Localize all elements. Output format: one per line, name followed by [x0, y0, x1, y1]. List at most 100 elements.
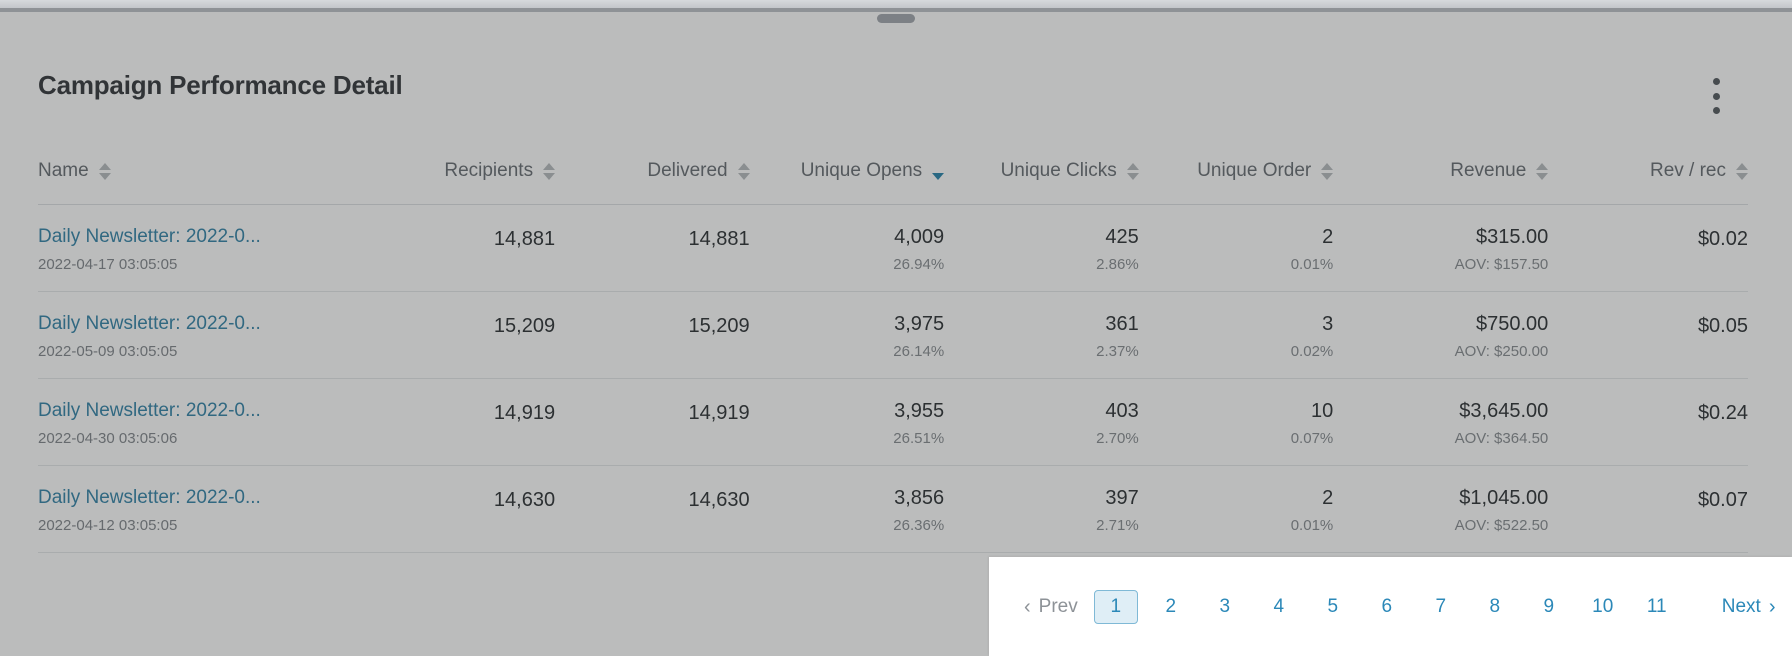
sort-asc-arrow: [1321, 163, 1333, 170]
table-row: Daily Newsletter: 2022-0... 2022-05-09 0…: [38, 292, 1748, 379]
column-label: Unique Order: [1197, 160, 1311, 182]
cell-delivered: 14,630: [555, 466, 750, 553]
pagination-page-2[interactable]: 2: [1150, 591, 1192, 623]
column-label: Recipients: [444, 160, 533, 182]
sort-icon-recipients[interactable]: [543, 163, 555, 180]
cell-delivered: 14,881: [555, 205, 750, 292]
recipients-value: 15,209: [376, 312, 555, 338]
pagination-next-label: Next: [1722, 596, 1761, 618]
unique-clicks-rate: 2.86%: [944, 256, 1139, 273]
unique-order-value: 2: [1139, 225, 1334, 249]
campaign-send-date: 2022-05-09 03:05:05: [38, 343, 376, 360]
sort-desc-arrow: [738, 173, 750, 180]
table-header: Name Recipients: [38, 160, 1748, 205]
sort-icon-unique-order[interactable]: [1321, 163, 1333, 180]
kebab-menu-icon[interactable]: [1706, 78, 1726, 114]
sort-icon-rev-per-rec[interactable]: [1736, 163, 1748, 180]
rev-per-rec-value: $0.24: [1548, 399, 1748, 425]
sort-desc-arrow: [1321, 173, 1333, 180]
sort-icon-revenue[interactable]: [1536, 163, 1548, 180]
cell-rev-per-rec: $0.02: [1548, 205, 1748, 292]
column-header-unique-order[interactable]: Unique Order: [1139, 160, 1334, 205]
revenue-value: $1,045.00: [1333, 486, 1548, 510]
pagination-page-7[interactable]: 7: [1420, 591, 1462, 623]
cell-unique-order: 2 0.01%: [1139, 466, 1334, 553]
delivered-value: 14,881: [555, 225, 750, 251]
unique-order-value: 3: [1139, 312, 1334, 336]
cell-name: Daily Newsletter: 2022-0... 2022-04-30 0…: [38, 379, 376, 466]
pagination-page-9[interactable]: 9: [1528, 591, 1570, 623]
column-header-delivered[interactable]: Delivered: [555, 160, 750, 205]
campaign-name-link[interactable]: Daily Newsletter: 2022-0...: [38, 312, 376, 336]
delivered-value: 14,630: [555, 486, 750, 512]
unique-clicks-rate: 2.71%: [944, 517, 1139, 534]
pagination-page-4[interactable]: 4: [1258, 591, 1300, 623]
panel-drag-handle[interactable]: [877, 14, 915, 23]
unique-clicks-value: 397: [944, 486, 1139, 510]
pagination-page-5[interactable]: 5: [1312, 591, 1354, 623]
column-label: Revenue: [1450, 160, 1526, 182]
cell-name: Daily Newsletter: 2022-0... 2022-04-12 0…: [38, 466, 376, 553]
unique-opens-rate: 26.51%: [750, 430, 945, 447]
cell-unique-order: 3 0.02%: [1139, 292, 1334, 379]
sort-desc-arrow: [932, 173, 944, 180]
sort-icon-unique-clicks[interactable]: [1127, 163, 1139, 180]
cell-unique-opens: 4,009 26.94%: [750, 205, 945, 292]
pagination-page-8[interactable]: 8: [1474, 591, 1516, 623]
campaign-send-date: 2022-04-30 03:05:06: [38, 430, 376, 447]
cell-unique-clicks: 397 2.71%: [944, 466, 1139, 553]
cell-unique-clicks: 425 2.86%: [944, 205, 1139, 292]
unique-opens-value: 3,975: [750, 312, 945, 336]
column-label: Delivered: [647, 160, 727, 182]
column-header-unique-clicks[interactable]: Unique Clicks: [944, 160, 1139, 205]
cell-unique-opens: 3,856 26.36%: [750, 466, 945, 553]
pagination-page-11[interactable]: 11: [1636, 591, 1678, 623]
sort-asc-arrow: [932, 163, 944, 170]
pagination-page-1[interactable]: 1: [1094, 590, 1138, 624]
campaign-send-date: 2022-04-12 03:05:05: [38, 517, 376, 534]
unique-clicks-rate: 2.37%: [944, 343, 1139, 360]
unique-order-value: 10: [1139, 399, 1334, 423]
cell-unique-order: 2 0.01%: [1139, 205, 1334, 292]
campaign-name-link[interactable]: Daily Newsletter: 2022-0...: [38, 399, 376, 423]
window-top-chrome: [0, 0, 1792, 8]
sort-desc-arrow: [543, 173, 555, 180]
sort-icon-name[interactable]: [99, 163, 111, 180]
table-row: Daily Newsletter: 2022-0... 2022-04-30 0…: [38, 379, 1748, 466]
column-label: Unique Opens: [801, 160, 922, 182]
unique-opens-value: 4,009: [750, 225, 945, 249]
table-body: Daily Newsletter: 2022-0... 2022-04-17 0…: [38, 205, 1748, 553]
cell-name: Daily Newsletter: 2022-0... 2022-04-17 0…: [38, 205, 376, 292]
column-label: Rev / rec: [1650, 160, 1726, 182]
aov-value: AOV: $364.50: [1333, 430, 1548, 447]
table-header-row: Name Recipients: [38, 160, 1748, 205]
pagination-bar: ‹ Prev 1 2 3 4 5 6 7 8 9 10 11 Next ›: [989, 557, 1792, 656]
rev-per-rec-value: $0.05: [1548, 312, 1748, 338]
campaign-performance-table: Name Recipients: [38, 160, 1748, 553]
pagination-page-3[interactable]: 3: [1204, 591, 1246, 623]
column-header-unique-opens[interactable]: Unique Opens: [750, 160, 945, 205]
column-header-name[interactable]: Name: [38, 160, 376, 205]
cell-recipients: 14,881: [376, 205, 555, 292]
cell-revenue: $3,645.00 AOV: $364.50: [1333, 379, 1548, 466]
unique-clicks-value: 425: [944, 225, 1139, 249]
column-header-revenue[interactable]: Revenue: [1333, 160, 1548, 205]
column-header-rev-per-rec[interactable]: Rev / rec: [1548, 160, 1748, 205]
sort-icon-delivered[interactable]: [738, 163, 750, 180]
sort-desc-arrow: [1736, 173, 1748, 180]
campaign-name-link[interactable]: Daily Newsletter: 2022-0...: [38, 225, 376, 249]
unique-opens-value: 3,856: [750, 486, 945, 510]
sort-asc-arrow: [1736, 163, 1748, 170]
cell-name: Daily Newsletter: 2022-0... 2022-05-09 0…: [38, 292, 376, 379]
campaign-name-link[interactable]: Daily Newsletter: 2022-0...: [38, 486, 376, 510]
column-header-recipients[interactable]: Recipients: [376, 160, 555, 205]
sort-asc-arrow: [543, 163, 555, 170]
pagination-page-6[interactable]: 6: [1366, 591, 1408, 623]
revenue-value: $3,645.00: [1333, 399, 1548, 423]
sort-asc-arrow: [738, 163, 750, 170]
sort-icon-unique-opens-active[interactable]: [932, 163, 944, 180]
cell-revenue: $315.00 AOV: $157.50: [1333, 205, 1548, 292]
pagination-page-10[interactable]: 10: [1582, 591, 1624, 623]
pagination-prev-button[interactable]: ‹ Prev: [1014, 590, 1088, 624]
pagination-next-button[interactable]: Next ›: [1712, 590, 1786, 624]
